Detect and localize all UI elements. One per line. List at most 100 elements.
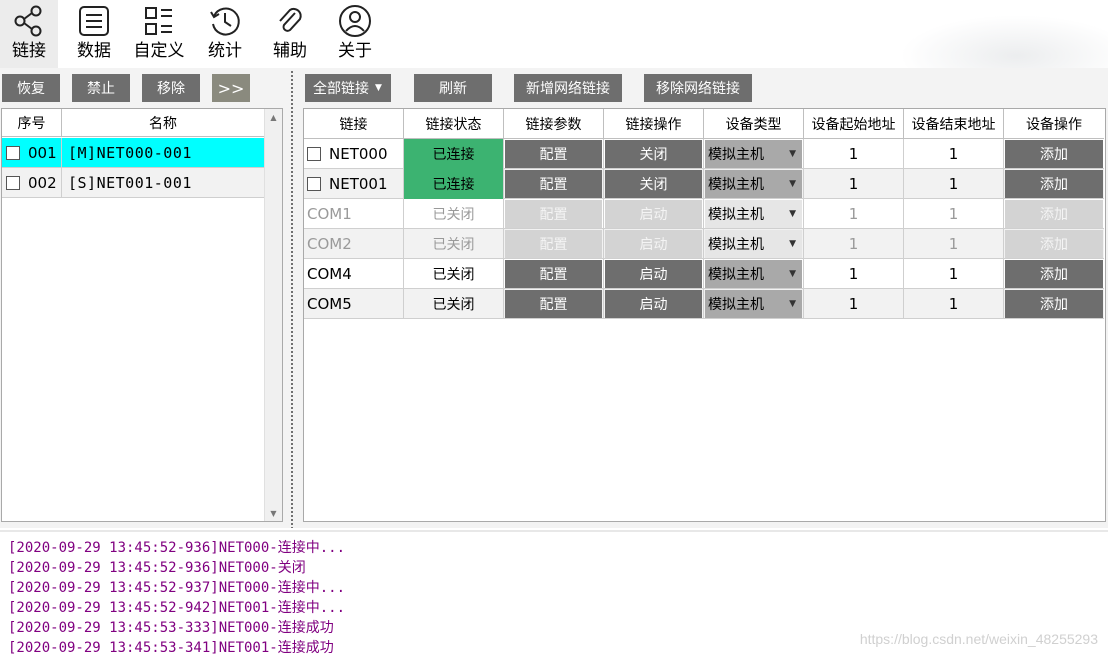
column-header-device-type[interactable]: 设备类型 (704, 109, 804, 138)
nav-custom-label: 自定义 (133, 41, 185, 61)
add-network-link-button[interactable]: 新增网络链接 (514, 74, 622, 102)
restore-button[interactable]: 恢复 (2, 74, 60, 102)
start-address-cell[interactable]: 1 (804, 169, 904, 199)
end-address-cell[interactable]: 1 (904, 259, 1004, 289)
nav-assist[interactable]: 辅助 (262, 0, 318, 68)
start-link-button[interactable]: 启动 (604, 259, 704, 289)
nav-stats[interactable]: 统计 (198, 0, 252, 68)
add-device-button[interactable]: 添加 (1004, 169, 1104, 199)
nav-stats-label: 统计 (208, 41, 242, 61)
start-address-cell[interactable]: 1 (804, 139, 904, 169)
scroll-down-icon[interactable]: ▼ (265, 505, 282, 521)
add-device-button-label: 添加 (1005, 260, 1103, 288)
nav-data[interactable]: 数据 (66, 0, 122, 68)
table-header: 序号 名称 (2, 109, 264, 137)
start-address-cell[interactable]: 1 (804, 259, 904, 289)
close-link-button[interactable]: 关闭 (604, 169, 704, 199)
row-checkbox[interactable] (6, 145, 20, 160)
link-name: NET000 (329, 145, 388, 163)
table-header: 链接 链接状态 链接参数 链接操作 设备类型 设备起始地址 设备结束地址 设备操… (304, 109, 1104, 139)
start-address-cell[interactable]: 1 (804, 229, 904, 259)
nav-custom[interactable]: 自定义 (128, 0, 190, 68)
all-links-dropdown[interactable]: 全部链接 ▼ (305, 74, 391, 102)
row-name: [M]NET000-001 (68, 143, 192, 162)
column-header-end-address[interactable]: 设备结束地址 (904, 109, 1004, 138)
start-address-cell[interactable]: 1 (804, 289, 904, 319)
refresh-button[interactable]: 刷新 (414, 74, 492, 102)
chevron-down-icon: ▼ (789, 269, 796, 279)
start-link-button[interactable]: 启动 (604, 199, 704, 229)
chevron-down-icon: ▼ (789, 149, 796, 159)
add-device-button[interactable]: 添加 (1004, 289, 1104, 319)
config-button[interactable]: 配置 (504, 169, 604, 199)
add-device-button[interactable]: 添加 (1004, 199, 1104, 229)
status-badge: 已关闭 (404, 289, 504, 319)
table-row: COM1 已关闭 配置 启动 模拟主机 ▼ 1 1 添加 (304, 199, 1104, 229)
column-header-start-address[interactable]: 设备起始地址 (804, 109, 904, 138)
device-type-value: 模拟主机 (708, 237, 764, 253)
row-checkbox[interactable] (307, 147, 321, 161)
expand-button[interactable]: >> (212, 74, 250, 102)
start-link-button[interactable]: 启动 (604, 289, 704, 319)
device-type-select[interactable]: 模拟主机 ▼ (704, 259, 804, 289)
nav-about[interactable]: 关于 (328, 0, 382, 68)
start-link-button[interactable]: 启动 (604, 229, 704, 259)
disable-button[interactable]: 禁止 (72, 74, 130, 102)
scroll-up-icon[interactable]: ▲ (265, 109, 282, 125)
vertical-scrollbar[interactable]: ▲ ▼ (264, 109, 282, 521)
device-type-select[interactable]: 模拟主机 ▼ (704, 169, 804, 199)
nav-about-label: 关于 (338, 41, 372, 61)
config-button-label: 配置 (505, 230, 602, 258)
start-link-button-label: 启动 (605, 200, 702, 228)
device-type-value: 模拟主机 (708, 207, 764, 223)
row-checkbox[interactable] (6, 175, 20, 190)
column-header-index[interactable]: 序号 (2, 109, 62, 136)
status-badge: 已关闭 (404, 199, 504, 229)
panel-splitter[interactable] (290, 70, 294, 528)
column-header-name[interactable]: 名称 (62, 109, 264, 136)
config-button[interactable]: 配置 (504, 259, 604, 289)
end-address-cell[interactable]: 1 (904, 289, 1004, 319)
list-icon (79, 6, 109, 36)
close-link-button-label: 关闭 (605, 140, 702, 168)
config-button[interactable]: 配置 (504, 289, 604, 319)
end-address-cell[interactable]: 1 (904, 139, 1004, 169)
column-header-params[interactable]: 链接参数 (504, 109, 604, 138)
end-address-cell[interactable]: 1 (904, 169, 1004, 199)
chevron-down-icon: ▼ (789, 209, 796, 219)
config-button[interactable]: 配置 (504, 199, 604, 229)
device-type-select[interactable]: 模拟主机 ▼ (704, 289, 804, 319)
add-device-button[interactable]: 添加 (1004, 139, 1104, 169)
device-type-select[interactable]: 模拟主机 ▼ (704, 229, 804, 259)
end-address-cell[interactable]: 1 (904, 229, 1004, 259)
link-list-table: 序号 名称 001 [M]NET000-001 002 [S]NET001-00… (1, 108, 283, 522)
log-panel[interactable]: [2020-09-29 13:45:52-936]NET000-连接中... [… (0, 530, 1108, 655)
remove-network-link-button[interactable]: 移除网络链接 (644, 74, 752, 102)
start-link-button-label: 启动 (605, 290, 702, 318)
close-link-button[interactable]: 关闭 (604, 139, 704, 169)
column-header-link[interactable]: 链接 (304, 109, 404, 138)
add-device-button-label: 添加 (1005, 200, 1103, 228)
device-type-select[interactable]: 模拟主机 ▼ (704, 139, 804, 169)
status-badge: 已关闭 (404, 229, 504, 259)
row-name: [S]NET001-001 (68, 173, 192, 192)
remove-button[interactable]: 移除 (142, 74, 200, 102)
device-type-select[interactable]: 模拟主机 ▼ (704, 199, 804, 229)
add-device-button[interactable]: 添加 (1004, 229, 1104, 259)
log-line: [2020-09-29 13:45:52-942]NET001-连接中... (8, 600, 346, 616)
column-header-status[interactable]: 链接状态 (404, 109, 504, 138)
add-device-button[interactable]: 添加 (1004, 259, 1104, 289)
column-header-device-operation[interactable]: 设备操作 (1004, 109, 1104, 138)
nav-link[interactable]: 链接 (0, 0, 58, 68)
table-row: COM2 已关闭 配置 启动 模拟主机 ▼ 1 1 添加 (304, 229, 1104, 259)
config-button[interactable]: 配置 (504, 229, 604, 259)
config-button[interactable]: 配置 (504, 139, 604, 169)
row-checkbox[interactable] (307, 177, 321, 191)
table-row[interactable]: 001 [M]NET000-001 (2, 138, 264, 168)
start-link-button-label: 启动 (605, 260, 702, 288)
all-links-label: 全部链接 (313, 81, 369, 97)
start-address-cell[interactable]: 1 (804, 199, 904, 229)
table-row[interactable]: 002 [S]NET001-001 (2, 168, 264, 198)
column-header-operation[interactable]: 链接操作 (604, 109, 704, 138)
end-address-cell[interactable]: 1 (904, 199, 1004, 229)
